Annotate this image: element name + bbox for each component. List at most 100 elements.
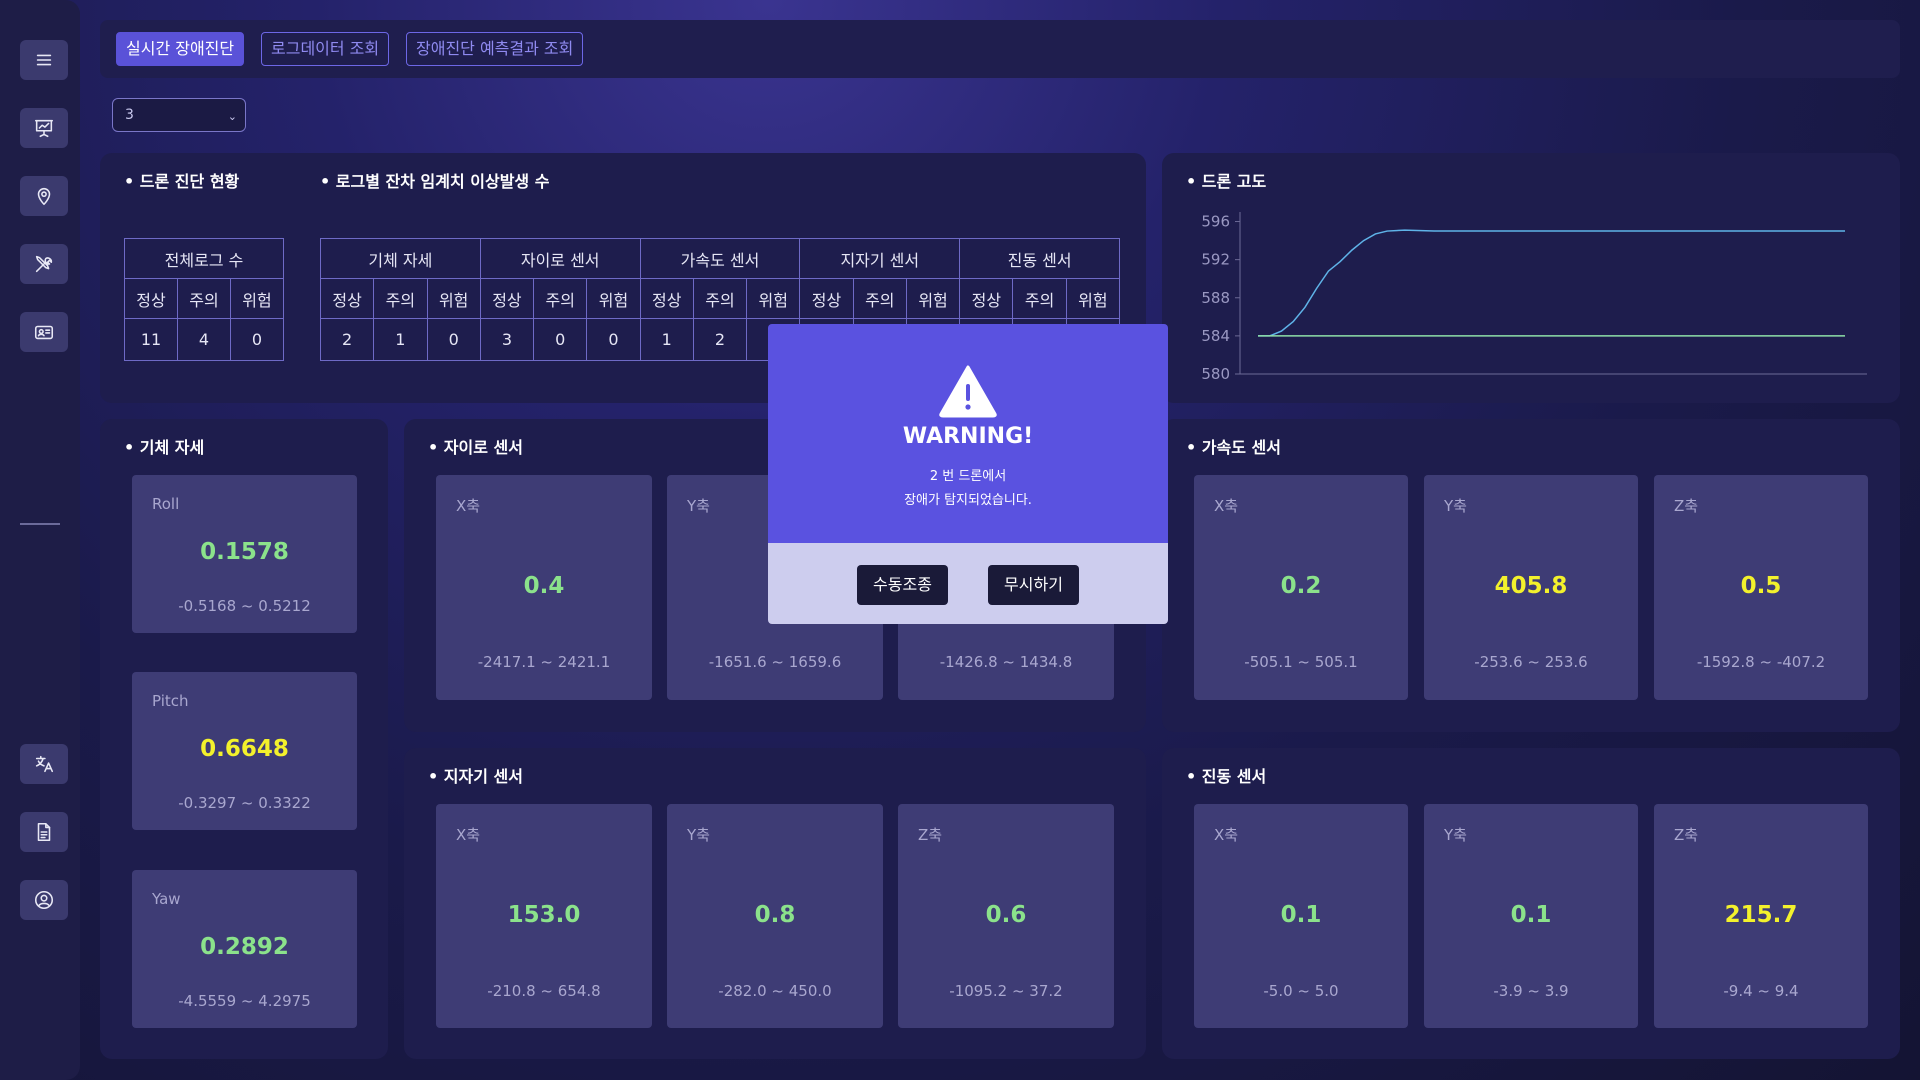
drone-select[interactable]: 3 ⌄ — [112, 98, 246, 132]
card-range: -1426.8 ~ 1434.8 — [939, 653, 1073, 671]
card-label: X축 — [456, 826, 481, 844]
mag-title: • 지자기 센서 — [428, 767, 523, 786]
location-pin-icon[interactable] — [20, 176, 68, 216]
tools-icon[interactable] — [20, 244, 68, 284]
table-cell: 0 — [533, 318, 588, 361]
table-cell: 2 — [692, 318, 748, 361]
card-value: 0.2 — [1280, 573, 1322, 599]
level-normal: 정상 — [319, 278, 375, 319]
sidebar — [0, 0, 80, 1080]
group-attitude: 기체 자세 — [320, 238, 481, 279]
card-value: 0.1578 — [200, 539, 289, 565]
card-label: Pitch — [152, 692, 189, 710]
card-value: 0.8 — [754, 902, 796, 928]
card-label: X축 — [456, 497, 481, 515]
card-label: Y축 — [687, 826, 710, 844]
table-cell: 1 — [639, 318, 694, 361]
level-caution: 주의 — [533, 278, 588, 319]
card-range: -2417.1 ~ 2421.1 — [477, 653, 611, 671]
manual-control-button[interactable]: 수동조종 — [857, 565, 948, 605]
gyro-x-card: X축 0.4 -2417.1 ~ 2421.1 — [436, 475, 652, 700]
total-caution-count: 4 — [177, 318, 231, 361]
chevron-down-icon: ⌄ — [227, 110, 237, 123]
card-range: -1651.6 ~ 1659.6 — [708, 653, 842, 671]
card-value: 0.2892 — [200, 934, 289, 960]
card-label: Z축 — [1674, 826, 1699, 844]
level-danger: 위험 — [586, 278, 641, 319]
vib-x-card: X축 0.1 -5.0 ~ 5.0 — [1194, 804, 1408, 1028]
tab-realtime-diagnosis[interactable]: 실시간 장애진단 — [116, 32, 245, 66]
card-range: -3.9 ~ 3.9 — [1493, 982, 1569, 1000]
card-range: -0.3297 ~ 0.3322 — [178, 794, 311, 812]
card-range: -505.1 ~ 505.1 — [1244, 653, 1358, 671]
user-circle-icon[interactable] — [20, 880, 68, 920]
table-cell: 0 — [586, 318, 641, 361]
card-value: 0.4 — [523, 573, 565, 599]
attitude-title: • 기체 자세 — [124, 438, 205, 457]
total-log-table: 전체로그 수 정상 주의 위험 11 4 0 — [124, 238, 284, 361]
drone-select-value: 3 — [125, 107, 134, 123]
accel-title: • 가속도 센서 — [1186, 438, 1281, 457]
table-cell: 2 — [319, 318, 375, 361]
translate-icon[interactable] — [20, 744, 68, 784]
tab-log-data[interactable]: 로그데이터 조회 — [261, 32, 390, 66]
level-caution: 주의 — [1012, 278, 1067, 319]
level-normal: 정상 — [799, 278, 854, 319]
level-normal: 정상 — [639, 278, 694, 319]
card-value: 0.1 — [1280, 902, 1322, 928]
group-accel: 가속도 센서 — [639, 238, 801, 279]
card-value: 153.0 — [507, 902, 581, 928]
card-label: X축 — [1214, 497, 1239, 515]
level-normal: 정상 — [959, 278, 1014, 319]
warning-title: WARNING! — [902, 424, 1034, 449]
y-tick-label: 580 — [1201, 365, 1230, 383]
warning-message-line2: 장애가 탐지되었습니다. — [904, 493, 1032, 508]
level-normal: 정상 — [124, 278, 178, 319]
top-tab-bar: 실시간 장애진단 로그데이터 조회 장애진단 예측결과 조회 — [100, 20, 1900, 78]
level-danger: 위험 — [1065, 278, 1121, 319]
vibration-title: • 진동 센서 — [1186, 767, 1267, 786]
card-label: Z축 — [1674, 497, 1699, 515]
menu-icon[interactable] — [20, 40, 68, 80]
vib-y-card: Y축 0.1 -3.9 ~ 3.9 — [1424, 804, 1638, 1028]
level-caution: 주의 — [177, 278, 231, 319]
level-danger: 위험 — [230, 278, 284, 319]
document-icon[interactable] — [20, 812, 68, 852]
gyro-title: • 자이로 센서 — [428, 438, 523, 457]
altitude-line-chart: 596 592 588 584 580 — [1201, 212, 1867, 383]
level-normal: 정상 — [479, 278, 535, 319]
log-threshold-title: • 로그별 잔차 임계치 이상발생 수 — [320, 172, 550, 191]
level-danger: 위험 — [746, 278, 801, 319]
card-value: 215.7 — [1724, 902, 1798, 928]
ignore-button[interactable]: 무시하기 — [988, 565, 1079, 605]
card-range: -5.0 ~ 5.0 — [1263, 982, 1339, 1000]
mag-z-card: Z축 0.6 -1095.2 ~ 37.2 — [898, 804, 1114, 1028]
warning-modal-body: WARNING! 2 번 드론에서 장애가 탐지되었습니다. — [768, 324, 1168, 543]
total-normal-count: 11 — [124, 318, 178, 361]
card-range: -1592.8 ~ -407.2 — [1696, 653, 1826, 671]
card-range: -253.6 ~ 253.6 — [1474, 653, 1588, 671]
y-tick-label: 584 — [1201, 327, 1230, 345]
level-caution: 주의 — [692, 278, 748, 319]
accel-z-card: Z축 0.5 -1592.8 ~ -407.2 — [1654, 475, 1868, 700]
altitude-title: • 드론 고도 — [1186, 172, 1267, 191]
pitch-card: Pitch 0.6648 -0.3297 ~ 0.3322 — [132, 672, 357, 830]
card-range: -0.5168 ~ 0.5212 — [178, 597, 311, 615]
card-range: -4.5559 ~ 4.2975 — [178, 992, 311, 1010]
card-label: Y축 — [1444, 497, 1467, 515]
sidebar-divider — [20, 523, 60, 525]
card-label: Roll — [152, 495, 180, 513]
tab-prediction-results[interactable]: 장애진단 예측결과 조회 — [406, 32, 584, 66]
presentation-chart-icon[interactable] — [20, 108, 68, 148]
card-label: Z축 — [918, 826, 943, 844]
table-cell: 1 — [373, 318, 428, 361]
total-log-header: 전체로그 수 — [124, 238, 284, 279]
roll-card: Roll 0.1578 -0.5168 ~ 0.5212 — [132, 475, 357, 633]
table-cell: 0 — [426, 318, 481, 361]
id-card-icon[interactable] — [20, 312, 68, 352]
altitude-series-line-1 — [1258, 229, 1845, 337]
table-cell: 3 — [479, 318, 535, 361]
yaw-card: Yaw 0.2892 -4.5559 ~ 4.2975 — [132, 870, 357, 1028]
card-label: Yaw — [152, 890, 181, 908]
group-gyro: 자이로 센서 — [479, 238, 641, 279]
